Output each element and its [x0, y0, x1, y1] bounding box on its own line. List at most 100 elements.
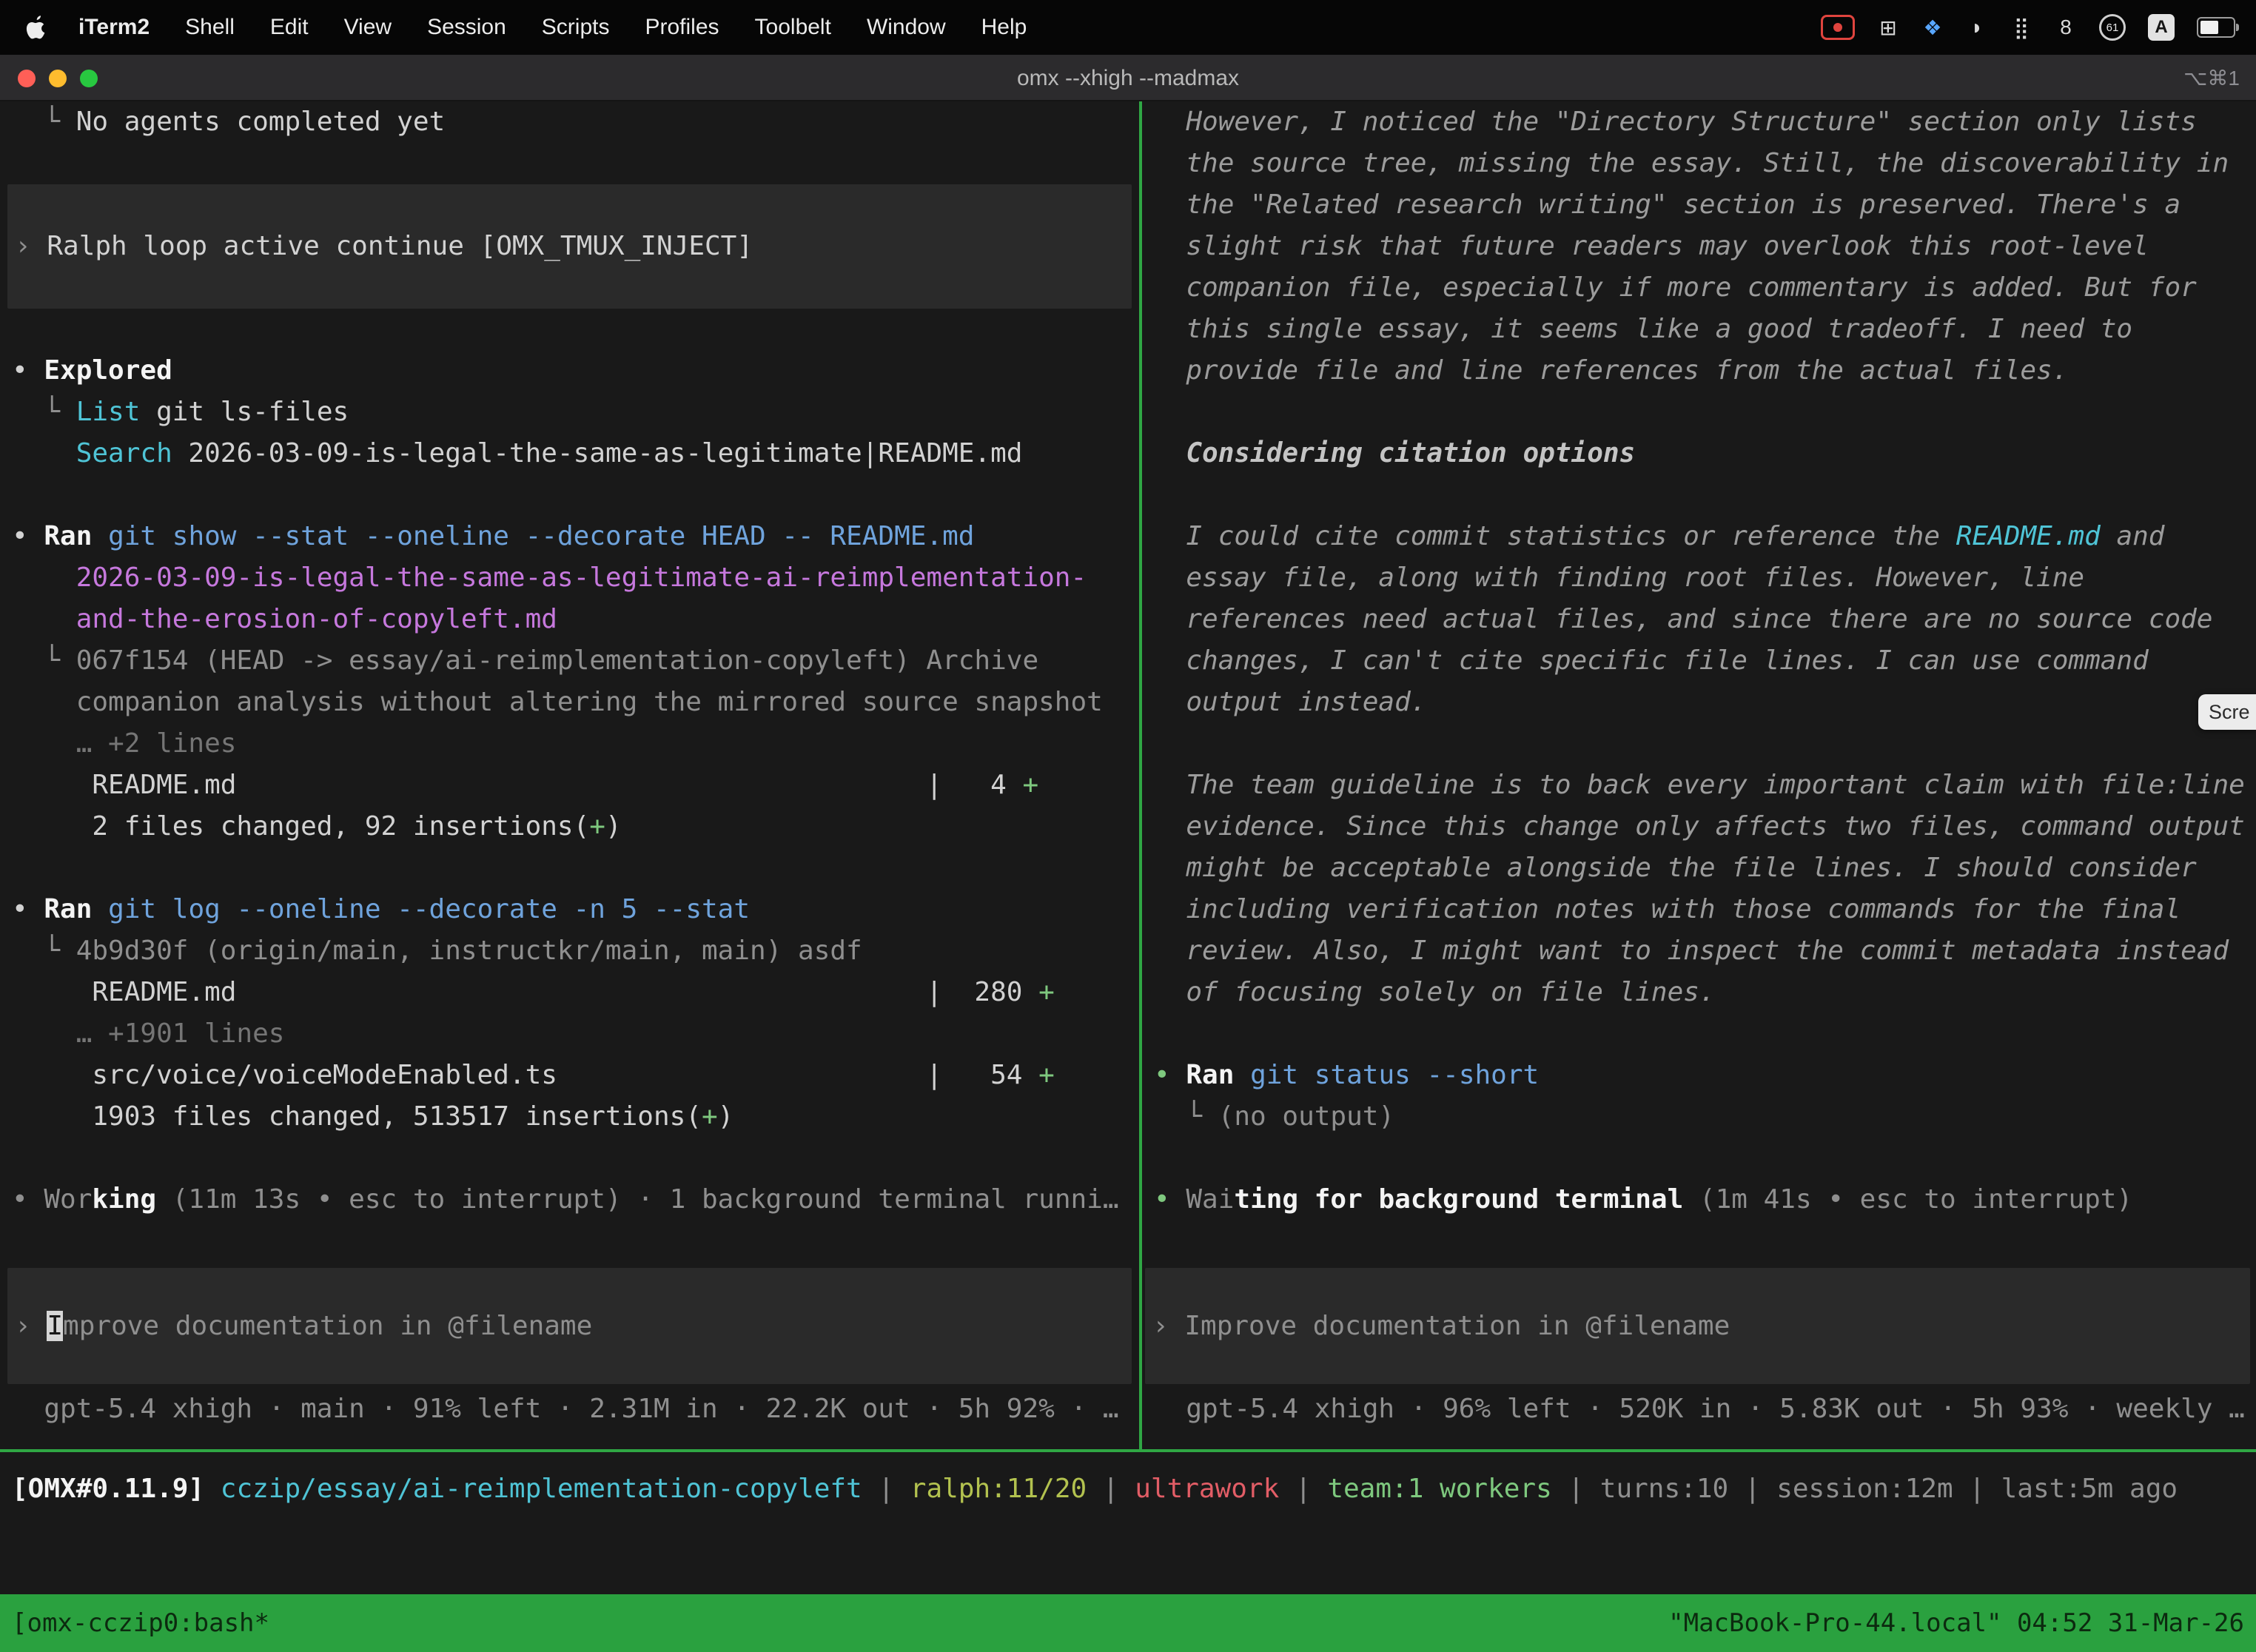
- terminal-line: └ 4b9d30f (origin/main, instructkr/main,…: [0, 930, 1139, 972]
- menu-item-session[interactable]: Session: [409, 0, 524, 55]
- screen: iTerm2ShellEditViewSessionScriptsProfile…: [0, 0, 2256, 1652]
- terminal-line: including verification notes with those …: [1142, 889, 2256, 930]
- terminal-line: └ List git ls-files: [0, 392, 1139, 433]
- terminal-line: 1903 files changed, 513517 insertions(+): [0, 1096, 1139, 1138]
- menu-bar: iTerm2ShellEditViewSessionScriptsProfile…: [0, 0, 2256, 55]
- text-segment: the source tree, missing the essay. Stil…: [1154, 148, 2229, 178]
- text-segment: of focusing solely on file lines.: [1154, 977, 1716, 1007]
- terminal-line: [1142, 1013, 2256, 1055]
- menu-item-shell[interactable]: Shell: [167, 0, 252, 55]
- screen-share-tooltip[interactable]: Scre: [2198, 694, 2256, 730]
- terminal-line: companion file, especially if more comme…: [1142, 267, 2256, 309]
- terminal-line: output instead.: [1142, 682, 2256, 723]
- launcher-icon[interactable]: ❖: [1921, 16, 1944, 40]
- terminal-line: Search 2026-03-09-is-legal-the-same-as-l…: [0, 433, 1139, 474]
- text-segment: However, I noticed the "Directory Struct…: [1154, 107, 2197, 137]
- menu-item-edit[interactable]: Edit: [252, 0, 326, 55]
- terminal-line: essay file, along with finding root file…: [1142, 557, 2256, 599]
- terminal-line: the source tree, missing the essay. Stil…: [1142, 143, 2256, 184]
- text-segment: team:1 workers: [1327, 1474, 1551, 1504]
- text-segment: ›: [15, 231, 47, 261]
- terminal-line: › Ralph loop active continue [OMX_TMUX_I…: [7, 226, 1132, 267]
- disc-icon[interactable]: ◗: [1966, 16, 1988, 39]
- screen-recording-indicator-icon[interactable]: [1821, 15, 1855, 40]
- window-manager-icon[interactable]: ⊞: [1877, 16, 1899, 40]
- text-segment: Considering citation options: [1154, 438, 1635, 469]
- text-segment: README.md | 4: [12, 770, 1022, 800]
- terminal-line: [1142, 474, 2256, 516]
- text-segment: +: [702, 1101, 718, 1132]
- text-segment: ›: [1152, 1311, 1184, 1341]
- left-pane-scrollback: └ No agents completed yet: [0, 101, 1139, 143]
- right-pane[interactable]: However, I noticed the "Directory Struct…: [1142, 101, 2256, 1449]
- terminal-line: › Improve documentation in @filename: [1145, 1306, 2250, 1347]
- text-segment: └ (no output): [1154, 1101, 1394, 1132]
- terminal-line: Considering citation options: [1142, 433, 2256, 474]
- title-bar[interactable]: omx --xhigh --madmax ⌥⌘1: [0, 55, 2256, 101]
- gauge-icon[interactable]: 61: [2099, 14, 2126, 41]
- terminal-line: However, I noticed the "Directory Struct…: [1142, 101, 2256, 143]
- text-segment: └ 4b9d30f (origin/main, instructkr/main,…: [12, 936, 862, 966]
- text-segment: gpt-5.4 xhigh · 96% left · 520K in · 5.8…: [1154, 1394, 2245, 1424]
- terminal-line: gpt-5.4 xhigh · main · 91% left · 2.31M …: [0, 1389, 1139, 1430]
- text-segment: └: [12, 107, 76, 137]
- menu-item-window[interactable]: Window: [849, 0, 964, 55]
- terminal-line: └ (no output): [1142, 1096, 2256, 1138]
- text-segment: this single essay, it seems like a good …: [1154, 314, 2132, 344]
- left-prompt-input[interactable]: › Improve documentation in @filename: [7, 1268, 1132, 1384]
- gauge-value: 61: [2106, 21, 2119, 34]
- terminal-line: … +1901 lines: [0, 1013, 1139, 1055]
- menu-item-iterm2[interactable]: iTerm2: [61, 0, 167, 55]
- left-pane[interactable]: └ No agents completed yet › Ralph loop a…: [0, 101, 1139, 1449]
- apple-menu-icon[interactable]: [25, 13, 50, 42]
- text-segment: git show --stat --oneline --decorate HEA…: [108, 521, 974, 551]
- terminal: └ No agents completed yet › Ralph loop a…: [0, 101, 2256, 1449]
- menu-bar-status-area: ⊞ ❖ ◗ ⣿ 8 61 A: [1821, 14, 2235, 41]
- terminal-line: [0, 474, 1139, 516]
- terminal-line: review. Also, I might want to inspect th…: [1142, 930, 2256, 972]
- app-grid-icon[interactable]: ⣿: [2010, 16, 2032, 40]
- text-segment: +: [589, 811, 605, 842]
- text-segment: might be acceptable alongside the file l…: [1154, 853, 2197, 883]
- right-prompt-input[interactable]: › Improve documentation in @filename: [1145, 1268, 2250, 1384]
- stat-8-icon[interactable]: 8: [2055, 16, 2077, 39]
- terminal-line: changes, I can't cite specific file line…: [1142, 640, 2256, 682]
- text-segment: ›: [15, 1311, 47, 1341]
- terminal-line: └ No agents completed yet: [0, 101, 1139, 143]
- text-segment: 2026-03-09-is-legal-the-same-as-legitima…: [12, 563, 1087, 593]
- input-source-letter: A: [2155, 17, 2167, 38]
- text-segment: (1m 41s • esc to interrupt): [1683, 1184, 2132, 1215]
- menu-item-scripts[interactable]: Scripts: [524, 0, 628, 55]
- text-segment: output instead.: [1154, 687, 1426, 717]
- text-segment: essay file, along with finding root file…: [1154, 563, 2084, 593]
- omx-status-bar: [OMX#0.11.9] cczip/essay/ai-reimplementa…: [0, 1468, 2256, 1510]
- text-segment: •: [12, 521, 44, 551]
- text-segment: … +1901 lines: [12, 1018, 284, 1049]
- menu-item-toolbelt[interactable]: Toolbelt: [737, 0, 849, 55]
- tmux-session-window[interactable]: [omx-cczip0:bash*: [12, 1608, 269, 1638]
- text-segment: |: [1087, 1474, 1135, 1504]
- terminal-line: might be acceptable alongside the file l…: [1142, 847, 2256, 889]
- terminal-line: The team guideline is to back every impo…: [1142, 765, 2256, 806]
- tmux-host-clock: "MacBook-Pro-44.local" 04:52 31-Mar-26: [1668, 1608, 2244, 1638]
- battery-icon[interactable]: [2197, 17, 2235, 38]
- terminal-line: of focusing solely on file lines.: [1142, 972, 2256, 1013]
- menu-item-profiles[interactable]: Profiles: [627, 0, 736, 55]
- text-segment: ralph:11/20: [910, 1474, 1087, 1504]
- tmux-status-bar: [omx-cczip0:bash* "MacBook-Pro-44.local"…: [0, 1594, 2256, 1652]
- terminal-line: slight risk that future readers may over…: [1142, 226, 2256, 267]
- terminal-line: the "Related research writing" section i…: [1142, 184, 2256, 226]
- text-segment: 2026-03-09-is-legal-the-same-as-legitima…: [172, 438, 1023, 469]
- text-segment: +: [1038, 977, 1055, 1007]
- input-source-icon[interactable]: A: [2148, 14, 2175, 41]
- terminal-line: • Explored: [0, 350, 1139, 392]
- text-segment: (11m 13s • esc to interrupt) · 1 backgro…: [156, 1184, 1118, 1215]
- text-segment: [92, 521, 108, 551]
- terminal-line: • Ran git show --stat --oneline --decora…: [0, 516, 1139, 557]
- terminal-line: references need actual files, and since …: [1142, 599, 2256, 640]
- text-segment: mprove documentation in @filename: [63, 1311, 592, 1341]
- text-segment: | turns:10 | session:12m | last:5m ago: [1552, 1474, 2178, 1504]
- menu-item-help[interactable]: Help: [964, 0, 1045, 55]
- menu-item-view[interactable]: View: [326, 0, 409, 55]
- terminal-line: [1142, 1138, 2256, 1179]
